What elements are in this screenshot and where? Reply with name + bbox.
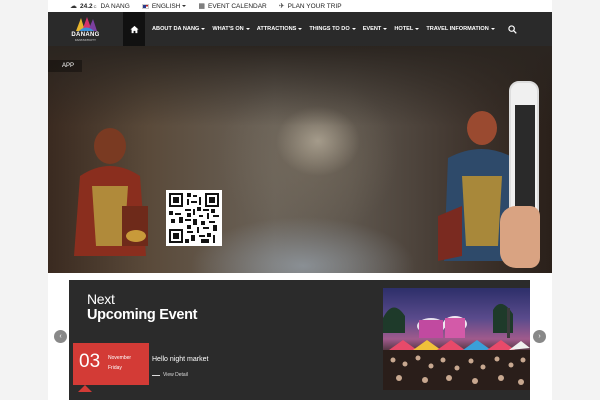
language-selector[interactable]: ENGLISH bbox=[141, 2, 187, 10]
nav-label: HOTEL bbox=[394, 26, 414, 32]
hand-image bbox=[500, 206, 540, 268]
chevron-down-icon bbox=[415, 28, 420, 30]
main-navbar: DANANG FANTASTICITY ABOUT DA NANG WHAT'S… bbox=[48, 12, 552, 46]
plan-trip-label: PLAN YOUR TRIP bbox=[287, 2, 342, 10]
event-calendar-label: EVENT CALENDAR bbox=[207, 2, 267, 10]
search-button[interactable] bbox=[507, 23, 519, 35]
section-heading-upcoming: Upcoming Event bbox=[87, 307, 198, 323]
hero-banner[interactable]: APP bbox=[48, 46, 552, 273]
temperature: 24.2 bbox=[80, 2, 93, 10]
language-label: ENGLISH bbox=[151, 2, 181, 10]
night-market-illustration bbox=[383, 303, 530, 390]
chevron-down-icon bbox=[245, 28, 250, 30]
chevron-down-icon bbox=[490, 28, 495, 30]
utility-bar: ☁ 24.2 C DA NANG ENGLISH ▦ EVENT CALENDA… bbox=[48, 0, 552, 12]
event-month: November bbox=[108, 355, 132, 361]
chevron-down-icon bbox=[298, 28, 303, 30]
nav-label: EVENT bbox=[362, 26, 382, 32]
nav-attractions[interactable]: ATTRACTIONS bbox=[257, 26, 303, 32]
nav-whats-on[interactable]: WHAT'S ON bbox=[212, 26, 250, 32]
weather-icon: ☁ bbox=[70, 3, 77, 10]
app-tag[interactable]: APP bbox=[48, 60, 83, 72]
nav-event[interactable]: EVENT bbox=[363, 26, 388, 32]
home-icon bbox=[129, 25, 139, 33]
chevron-down-icon bbox=[201, 28, 206, 30]
upcoming-events-section: Next Upcoming Event 03 November Friday H… bbox=[48, 273, 552, 400]
logo-tagline: FANTASTICITY bbox=[75, 38, 96, 42]
nav-label: WHAT'S ON bbox=[212, 26, 244, 32]
event-day: 03 bbox=[79, 351, 101, 372]
view-detail-link[interactable]: View Detail bbox=[152, 372, 188, 378]
section-heading-next: Next bbox=[87, 291, 115, 307]
chevron-left-icon: ‹ bbox=[59, 333, 62, 340]
weather-widget: ☁ 24.2 C DA NANG bbox=[70, 2, 130, 11]
qr-code-icon bbox=[169, 193, 219, 243]
plane-icon: ✈ bbox=[278, 3, 285, 10]
home-button[interactable] bbox=[123, 12, 145, 46]
calendar-icon: ▦ bbox=[198, 3, 205, 10]
nav-about-da-nang[interactable]: ABOUT DA NANG bbox=[152, 26, 206, 32]
event-title[interactable]: Hello night market bbox=[152, 356, 208, 363]
nav-label: ATTRACTIONS bbox=[256, 26, 297, 32]
nav-label: THINGS TO DO bbox=[309, 26, 350, 32]
page: ☁ 24.2 C DA NANG ENGLISH ▦ EVENT CALENDA… bbox=[0, 0, 600, 400]
date-badge-pointer bbox=[78, 385, 92, 392]
chevron-down-icon bbox=[351, 28, 356, 30]
qr-code bbox=[166, 190, 222, 246]
chevron-down-icon bbox=[383, 28, 388, 30]
slider-prev-button[interactable]: ‹ bbox=[54, 330, 67, 343]
event-slide[interactable]: Next Upcoming Event 03 November Friday H… bbox=[69, 280, 530, 400]
nav-travel-information[interactable]: TRAVEL INFORMATION bbox=[426, 26, 495, 32]
event-calendar-link[interactable]: ▦ EVENT CALENDAR bbox=[198, 2, 267, 11]
chevron-down-icon bbox=[182, 5, 187, 7]
dash-icon bbox=[152, 374, 160, 376]
slider-next-button[interactable]: › bbox=[533, 330, 546, 343]
guardian-statue-left bbox=[74, 128, 148, 256]
plan-trip-link[interactable]: ✈ PLAN YOUR TRIP bbox=[278, 2, 342, 11]
nav-hotel[interactable]: HOTEL bbox=[394, 26, 420, 32]
logo-mark-icon bbox=[75, 17, 97, 31]
temperature-unit: C bbox=[93, 3, 97, 9]
night-market-photo[interactable] bbox=[383, 288, 530, 390]
weather-city: DA NANG bbox=[100, 2, 130, 10]
us-flag-icon bbox=[141, 3, 149, 9]
event-weekday: Friday bbox=[108, 365, 122, 371]
nav-label: TRAVEL INFORMATION bbox=[426, 26, 489, 32]
nav-things-to-do[interactable]: THINGS TO DO bbox=[309, 26, 356, 32]
site-logo[interactable]: DANANG FANTASTICITY bbox=[48, 12, 123, 46]
chevron-right-icon: › bbox=[538, 333, 541, 340]
view-detail-label: View Detail bbox=[163, 372, 188, 378]
nav-label: ABOUT DA NANG bbox=[152, 26, 200, 32]
event-date-badge: 03 November Friday bbox=[73, 343, 149, 385]
search-icon bbox=[508, 24, 518, 34]
